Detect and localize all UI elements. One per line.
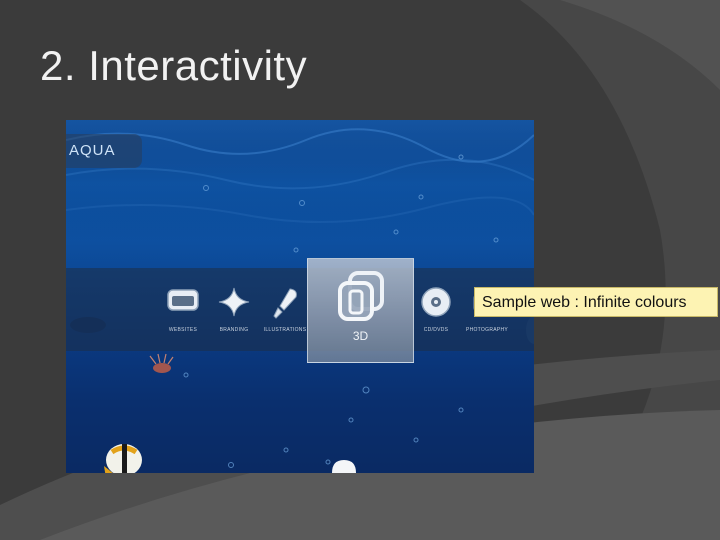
site-logo-box[interactable]: AQUA bbox=[66, 134, 142, 168]
menu-item-branding[interactable]: BRANDING bbox=[209, 268, 259, 351]
website-screenshot: AQUA WEBSITES BRANDING ILLUSTRATIONS CD/… bbox=[66, 120, 534, 473]
menu-item-websites[interactable]: WEBSITES bbox=[158, 268, 208, 351]
menu-item-illustrations[interactable]: ILLUSTRATIONS bbox=[259, 268, 311, 351]
menu-item-cd-dvds[interactable]: CD/DVDS bbox=[411, 268, 461, 351]
menu-item-3d-label: 3D bbox=[352, 329, 369, 343]
slide-title: 2. Interactivity bbox=[40, 42, 308, 89]
callout-label: Sample web : Infinite colours bbox=[474, 287, 718, 317]
site-logo: AQUA bbox=[69, 142, 116, 159]
menu-item-3d[interactable]: 3D bbox=[307, 258, 414, 363]
sparkle-star-icon bbox=[218, 287, 250, 317]
site-menu-bar: WEBSITES BRANDING ILLUSTRATIONS CD/DVDS bbox=[66, 268, 534, 351]
callout-text: Sample web : Infinite colours bbox=[482, 294, 687, 311]
3d-layers-icon bbox=[338, 271, 384, 321]
browser-window-icon bbox=[167, 289, 199, 311]
pen-nib-icon bbox=[273, 288, 297, 319]
disc-icon bbox=[421, 287, 451, 317]
